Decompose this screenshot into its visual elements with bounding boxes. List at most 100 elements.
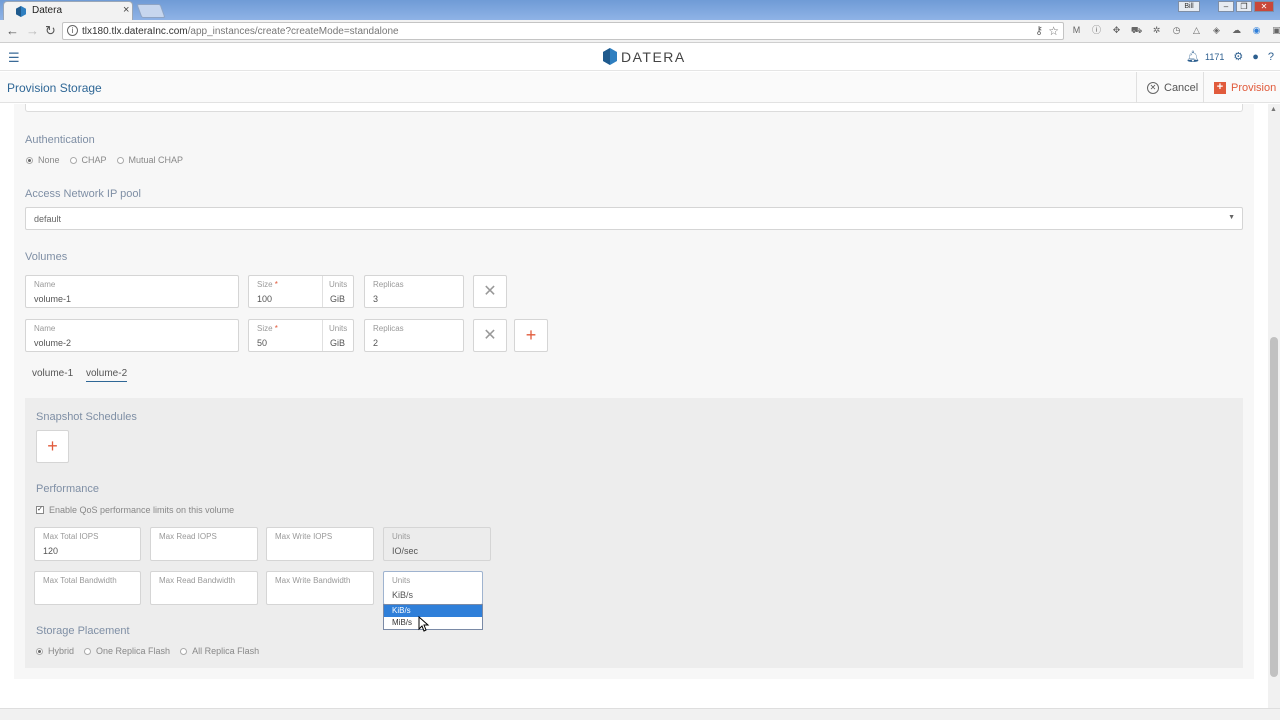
volume-2-size-value: 50 xyxy=(257,338,268,348)
max-total-iops-field[interactable]: Max Total IOPS 120 xyxy=(34,527,141,561)
tab-volume-1[interactable]: volume-1 xyxy=(32,368,73,379)
add-volume-button[interactable]: + xyxy=(514,319,548,352)
page-title: Provision Storage xyxy=(7,81,102,95)
provision-plus-icon: + xyxy=(1214,81,1226,94)
performance-label: Performance xyxy=(36,483,99,495)
window-close-icon[interactable]: ✕ xyxy=(1254,1,1274,12)
cancel-button[interactable]: ✕ Cancel xyxy=(1136,72,1203,103)
tab-volume-2[interactable]: volume-2 xyxy=(86,368,128,382)
minimize-icon[interactable]: – xyxy=(1218,1,1234,12)
back-arrow-icon[interactable]: ← xyxy=(6,23,19,38)
placement-one-replica-radio[interactable] xyxy=(84,647,92,655)
notification-count[interactable]: 1171 xyxy=(1205,52,1224,62)
volumes-label: Volumes xyxy=(25,251,68,263)
max-total-iops-label: Max Total IOPS xyxy=(43,532,99,541)
ip-pool-select[interactable]: default ▼ xyxy=(25,207,1243,230)
reload-icon[interactable]: ↻ xyxy=(45,23,56,39)
volume-2-units-select[interactable]: Units GiB xyxy=(322,320,354,351)
forward-arrow-icon[interactable]: → xyxy=(26,23,39,38)
help-icon[interactable]: ? xyxy=(1268,51,1274,63)
tab-close-icon[interactable]: × xyxy=(123,4,129,16)
extension-circle-icon[interactable]: ◉ xyxy=(1250,24,1263,37)
authentication-label: Authentication xyxy=(25,134,95,146)
chevron-down-icon: ▼ xyxy=(1228,214,1235,221)
volume-2-units-value: GiB xyxy=(330,338,346,348)
logo-text: DATERA xyxy=(621,48,686,65)
volume-2-size-field[interactable]: Size * 50 Units GiB xyxy=(248,319,354,352)
dropdown-option-kib[interactable]: KiB/s xyxy=(384,605,482,617)
restore-icon[interactable]: ❐ xyxy=(1236,1,1252,12)
volume-1-size-field[interactable]: Size * 100 Units GiB xyxy=(248,275,354,308)
extension-note-icon[interactable]: ▣ xyxy=(1270,24,1280,37)
datera-logo: DATERA xyxy=(603,48,686,65)
hamburger-menu-icon[interactable]: ☰ xyxy=(8,50,20,66)
max-read-bandwidth-field[interactable]: Max Read Bandwidth xyxy=(150,571,258,605)
qos-checkbox-label[interactable]: Enable QoS performance limits on this vo… xyxy=(49,505,234,515)
window-user-badge[interactable]: Bill xyxy=(1178,1,1200,12)
volume-1-replicas-field[interactable]: Replicas 3 xyxy=(364,275,464,308)
horizontal-scrollbar[interactable] xyxy=(0,708,1280,720)
size-label-text: Size xyxy=(257,324,273,333)
extension-shield-icon[interactable]: ◈ xyxy=(1210,24,1223,37)
bookmark-star-icon[interactable]: ☆ xyxy=(1048,24,1059,38)
volume-1-units-value: GiB xyxy=(330,294,346,304)
units-field-label: Units xyxy=(329,324,348,333)
extension-drive-icon[interactable]: △ xyxy=(1190,24,1203,37)
max-write-iops-field[interactable]: Max Write IOPS xyxy=(266,527,374,561)
address-bar[interactable]: i tlx180.tlx.dateraInc.com/app_instances… xyxy=(62,22,1064,40)
site-info-icon[interactable]: i xyxy=(67,25,78,36)
placement-one-replica-label[interactable]: One Replica Flash xyxy=(96,646,170,656)
scroll-up-icon[interactable]: ▲ xyxy=(1270,106,1277,113)
volume-1-units-select[interactable]: Units GiB xyxy=(322,276,354,307)
remove-volume-2-button[interactable]: ✕ xyxy=(473,319,507,352)
iops-units-field: Units IO/sec xyxy=(383,527,491,561)
new-tab-button[interactable] xyxy=(136,4,166,18)
auth-mutual-chap-label[interactable]: Mutual CHAP xyxy=(129,155,184,165)
auth-chap-radio[interactable] xyxy=(69,156,77,164)
scrollbar-thumb[interactable] xyxy=(1270,337,1278,677)
browser-tab[interactable]: Datera × xyxy=(3,1,133,20)
dropdown-option-mib[interactable]: MiB/s xyxy=(384,617,482,629)
placement-hybrid-label[interactable]: Hybrid xyxy=(48,646,74,656)
name-field-label: Name xyxy=(34,280,56,289)
settings-gear-icon[interactable]: ⚙ xyxy=(1233,50,1243,63)
remove-volume-1-button[interactable]: ✕ xyxy=(473,275,507,308)
auth-mutual-chap-radio[interactable] xyxy=(116,156,124,164)
placement-hybrid-radio[interactable] xyxy=(36,647,43,655)
max-read-iops-field[interactable]: Max Read IOPS xyxy=(150,527,258,561)
qos-checkbox[interactable]: ✓ xyxy=(36,506,44,514)
user-icon[interactable]: ● xyxy=(1252,51,1259,63)
auth-chap-label[interactable]: CHAP xyxy=(82,155,107,165)
extension-puzzle-icon[interactable]: ✥ xyxy=(1110,24,1123,37)
page-toolbar: Provision Storage ✕ Cancel + Provision xyxy=(0,72,1280,103)
size-field-label: Size * xyxy=(257,280,278,289)
url-path: /app_instances/create?createMode=standal… xyxy=(187,26,399,37)
placement-all-replica-radio[interactable] xyxy=(180,647,188,655)
add-snapshot-schedule-button[interactable]: + xyxy=(36,430,69,463)
placement-all-replica-label[interactable]: All Replica Flash xyxy=(192,646,259,656)
previous-field-box[interactable] xyxy=(25,104,1243,112)
volume-1-name-field[interactable]: Name volume-1 xyxy=(25,275,239,308)
extension-car-icon[interactable]: ⛟ xyxy=(1130,24,1143,37)
page-scrollbar[interactable]: ▲ xyxy=(1268,104,1280,714)
datera-favicon-icon xyxy=(16,6,26,17)
bandwidth-units-select[interactable]: Units KiB/s xyxy=(383,571,483,605)
extension-m-icon[interactable]: M xyxy=(1070,24,1083,37)
extension-info-icon[interactable]: ⓘ xyxy=(1090,24,1103,37)
extension-gear-icon[interactable]: ✲ xyxy=(1150,24,1163,37)
volume-2-replicas-field[interactable]: Replicas 2 xyxy=(364,319,464,352)
key-icon[interactable]: ⚷ xyxy=(1035,24,1043,37)
auth-none-label[interactable]: None xyxy=(38,155,60,165)
volume-2-name-field[interactable]: Name volume-2 xyxy=(25,319,239,352)
auth-none-radio[interactable] xyxy=(26,156,33,164)
max-total-bandwidth-field[interactable]: Max Total Bandwidth xyxy=(34,571,141,605)
extension-clock-icon[interactable]: ◷ xyxy=(1170,24,1183,37)
bell-icon[interactable]: 🔔︎ xyxy=(1186,50,1200,63)
placement-radio-group: Hybrid One Replica Flash All Replica Fla… xyxy=(36,646,269,656)
storage-placement-label: Storage Placement xyxy=(36,625,130,637)
provision-button[interactable]: + Provision xyxy=(1203,72,1280,103)
close-icon: ✕ xyxy=(483,283,497,300)
max-write-iops-label: Max Write IOPS xyxy=(275,532,333,541)
extension-cloud-icon[interactable]: ☁ xyxy=(1230,24,1243,37)
max-write-bandwidth-field[interactable]: Max Write Bandwidth xyxy=(266,571,374,605)
